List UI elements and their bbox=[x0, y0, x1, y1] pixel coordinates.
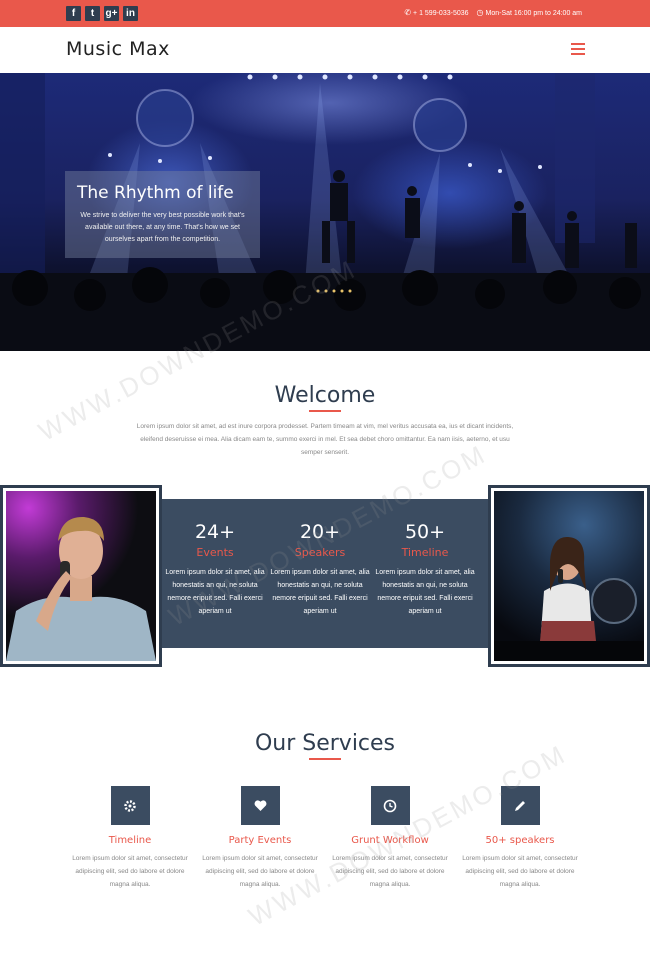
stat-number: 50+ bbox=[404, 521, 446, 543]
stat-label: Events bbox=[196, 546, 234, 559]
stat-text: Lorem ipsum dolor sit amet, alia honesta… bbox=[270, 569, 370, 615]
gear-icon[interactable] bbox=[110, 786, 150, 825]
hero-caption: The Rhythm of life We strive to deliver … bbox=[65, 171, 260, 258]
stat-number: 20+ bbox=[299, 521, 341, 543]
hero-banner: The Rhythm of life We strive to deliver … bbox=[0, 73, 650, 351]
service-text: Lorem ipsum dolor sit amet, consectetur … bbox=[202, 855, 318, 888]
service-text: Lorem ipsum dolor sit amet, consectetur … bbox=[332, 855, 448, 888]
twitter-icon[interactable]: t bbox=[85, 6, 100, 21]
facebook-icon[interactable]: f bbox=[66, 6, 81, 21]
services-underline bbox=[309, 758, 341, 760]
phone-text: + 1 599-033-5036 bbox=[413, 10, 469, 17]
top-bar: f t g+ in ✆ + 1 599-033-5036 ◷ Mon-Sat 16:… bbox=[0, 0, 650, 27]
singer-photo-left bbox=[0, 485, 162, 667]
google-plus-icon[interactable]: g+ bbox=[104, 6, 119, 21]
stat-timeline: 50+ Timeline Lorem ipsum dolor sit amet,… bbox=[375, 521, 475, 618]
service-timeline: Timeline Lorem ipsum dolor sit amet, con… bbox=[70, 786, 190, 891]
site-header: Music Max bbox=[0, 27, 650, 73]
female-singer-illustration bbox=[494, 536, 644, 661]
stat-speakers: 20+ Speakers Lorem ipsum dolor sit amet,… bbox=[270, 521, 370, 618]
stat-number: 24+ bbox=[194, 521, 236, 543]
male-singer-illustration bbox=[6, 516, 156, 661]
hero-title: The Rhythm of life bbox=[77, 183, 234, 203]
site-logo[interactable]: Music Max bbox=[66, 38, 170, 60]
social-links: f t g+ in bbox=[66, 6, 138, 21]
stat-label: Speakers bbox=[294, 546, 346, 559]
welcome-underline bbox=[309, 410, 341, 412]
services-section: Timeline Lorem ipsum dolor sit amet, con… bbox=[0, 786, 650, 906]
service-text: Lorem ipsum dolor sit amet, consectetur … bbox=[462, 855, 578, 888]
service-title: Timeline bbox=[108, 835, 152, 846]
service-title: Party Events bbox=[228, 835, 292, 846]
contact-info: ✆ + 1 599-033-5036 ◷ Mon-Sat 16:00 pm to 2… bbox=[404, 8, 582, 17]
stat-events: 24+ Events Lorem ipsum dolor sit amet, a… bbox=[165, 521, 265, 618]
stat-text: Lorem ipsum dolor sit amet, alia honesta… bbox=[375, 569, 475, 615]
phone-info: ✆ + 1 599-033-5036 bbox=[404, 8, 468, 17]
service-title: Grunt Workflow bbox=[351, 835, 429, 846]
clock-icon: ◷ bbox=[476, 8, 484, 17]
singer-photo-right bbox=[488, 485, 650, 667]
services-title: Our Services bbox=[254, 731, 396, 756]
service-party-events: Party Events Lorem ipsum dolor sit amet,… bbox=[200, 786, 320, 891]
stat-text: Lorem ipsum dolor sit amet, alia honesta… bbox=[165, 569, 265, 615]
pencil-icon[interactable] bbox=[500, 786, 540, 825]
phone-icon: ✆ bbox=[404, 8, 412, 17]
service-speakers: 50+ speakers Lorem ipsum dolor sit amet,… bbox=[460, 786, 580, 891]
hours-text: Mon-Sat 16:00 pm to 24:00 am bbox=[485, 10, 583, 17]
welcome-text: Lorem ipsum dolor sit amet, ad est inure… bbox=[136, 423, 514, 456]
welcome-title: Welcome bbox=[274, 383, 376, 408]
service-grunt-workflow: Grunt Workflow Lorem ipsum dolor sit ame… bbox=[330, 786, 450, 891]
stat-label: Timeline bbox=[401, 546, 449, 559]
hero-text: We strive to deliver the very best possi… bbox=[80, 212, 245, 243]
clock-icon[interactable] bbox=[370, 786, 410, 825]
hamburger-menu-icon[interactable] bbox=[571, 43, 585, 55]
linkedin-icon[interactable]: in bbox=[123, 6, 138, 21]
service-title: 50+ speakers bbox=[485, 835, 555, 846]
heart-icon[interactable] bbox=[240, 786, 280, 825]
service-text: Lorem ipsum dolor sit amet, consectetur … bbox=[72, 855, 188, 888]
hours-info: ◷ Mon-Sat 16:00 pm to 24:00 am bbox=[477, 8, 582, 17]
stats-section: 24+ Events Lorem ipsum dolor sit amet, a… bbox=[0, 485, 650, 668]
